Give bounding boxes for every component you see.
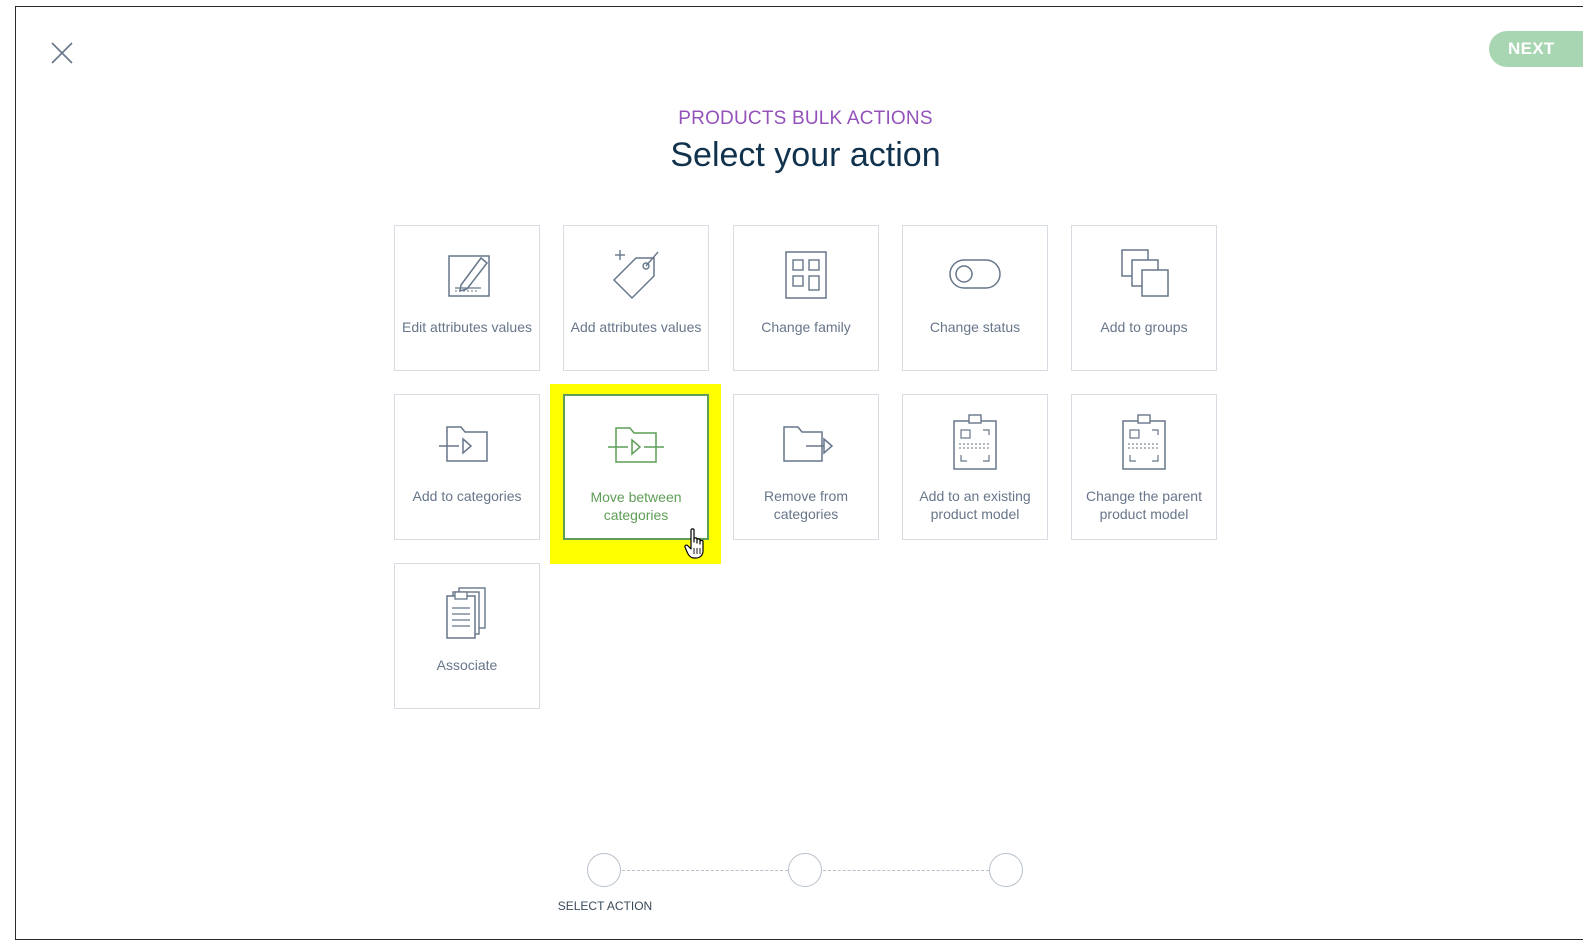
tile-label: Associate [436, 657, 498, 673]
folder-move-icon [608, 427, 664, 463]
tile-move-between-categories[interactable]: Move between categories [563, 394, 709, 540]
tile-change-family[interactable]: Change family [733, 225, 879, 371]
step-select-action [587, 853, 621, 887]
step-label: SELECT ACTION [557, 899, 653, 913]
next-button[interactable]: NEXT [1489, 31, 1583, 67]
edit-attributes-icon [448, 255, 490, 297]
tile-add-to-existing-product-model[interactable]: Add to an existing product model [902, 394, 1048, 540]
toggle-icon [949, 259, 1001, 289]
tile-remove-from-categories[interactable]: Remove from categories [733, 394, 879, 540]
step-configure [788, 853, 822, 887]
tile-label: Edit attributes values [402, 319, 532, 335]
tile-add-to-categories[interactable]: Add to categories [394, 394, 540, 540]
tile-label: Add attributes values [570, 319, 702, 335]
tile-change-parent-product-model[interactable]: Change the parent product model [1071, 394, 1217, 540]
tile-label: Change family [761, 319, 851, 335]
associate-icon [446, 587, 486, 639]
tile-label: Move between categories [590, 489, 682, 523]
step-confirm [989, 853, 1023, 887]
folder-add-icon [439, 426, 488, 462]
clipboard-model-icon [953, 414, 997, 470]
tile-label: Change the parent product model [1086, 488, 1202, 522]
tile-label: Remove from categories [763, 488, 849, 522]
tile-add-attributes-values[interactable]: Add attributes values [563, 225, 709, 371]
tile-label: Add to categories [412, 488, 522, 504]
stacked-squares-icon [1121, 249, 1169, 297]
folder-remove-icon [783, 426, 834, 462]
tile-change-status[interactable]: Change status [902, 225, 1048, 371]
tile-label: Add to groups [1100, 319, 1188, 335]
tile-add-to-groups[interactable]: Add to groups [1071, 225, 1217, 371]
tile-edit-attributes-values[interactable]: Edit attributes values [394, 225, 540, 371]
page-title: Select your action [670, 136, 941, 174]
close-icon[interactable] [49, 40, 75, 66]
tile-label: Change status [929, 319, 1021, 335]
clipboard-parent-icon [1122, 414, 1166, 470]
family-layout-icon [785, 251, 827, 299]
tag-plus-icon [612, 250, 659, 300]
tile-associate[interactable]: Associate [394, 563, 540, 709]
tile-label: Add to an existing product model [919, 488, 1031, 522]
page-subtitle: PRODUCTS BULK ACTIONS [678, 108, 933, 129]
stepper-connector [823, 870, 989, 871]
hand-cursor-icon [684, 528, 704, 559]
stepper-connector [622, 870, 788, 871]
